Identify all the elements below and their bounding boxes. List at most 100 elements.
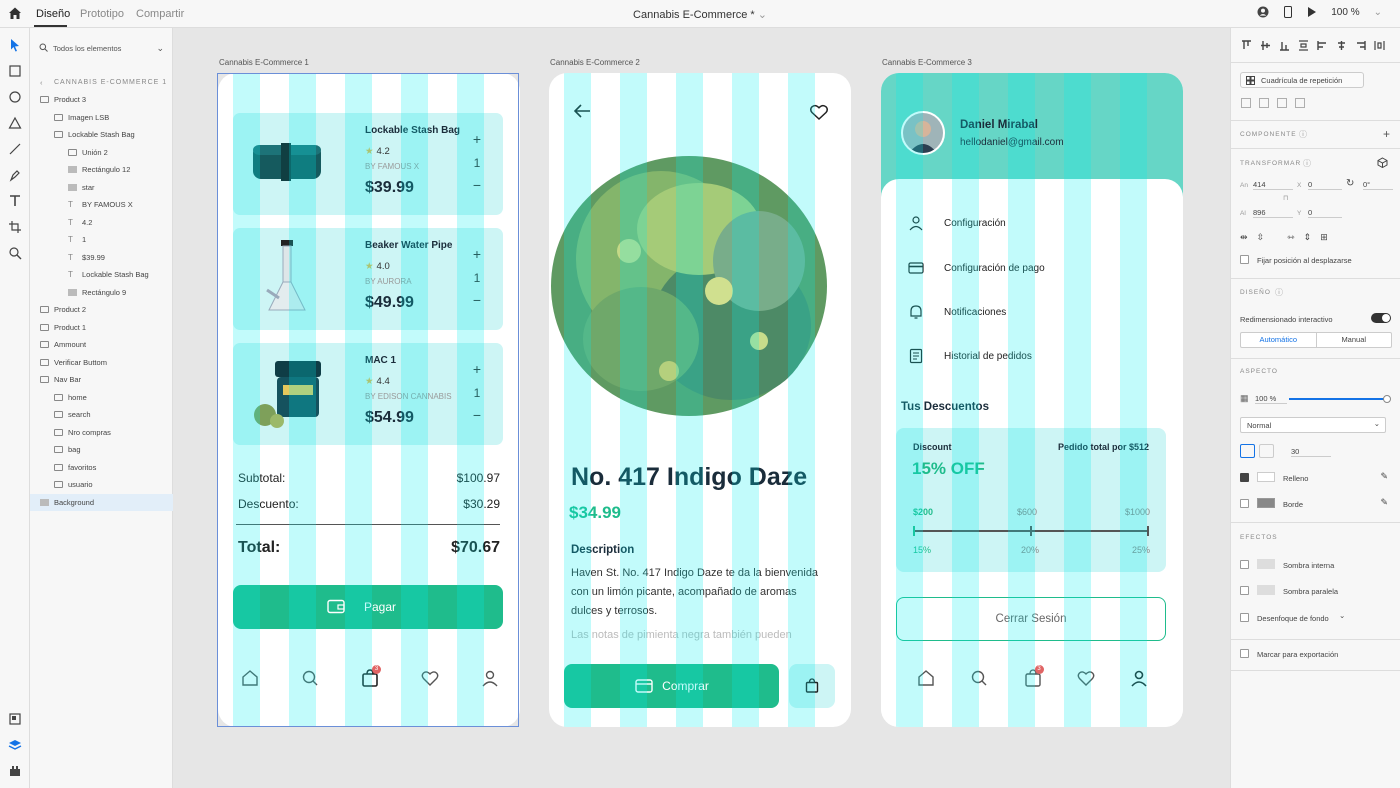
increase-button[interactable]: + <box>469 246 485 262</box>
opacity-slider[interactable] <box>1289 395 1391 403</box>
layer-row[interactable]: Nav Bar <box>30 371 173 388</box>
layers-search[interactable]: Todos los elementos ⌄ <box>36 40 168 56</box>
device-preview-icon[interactable] <box>1283 6 1293 18</box>
opacity-input[interactable]: 100 % <box>1255 394 1287 404</box>
back-arrow-icon[interactable] <box>573 103 591 119</box>
polygon-tool-icon[interactable] <box>8 116 22 130</box>
layer-row[interactable]: Rectángulo 12 <box>30 161 173 178</box>
drop-shadow-swatch[interactable] <box>1257 585 1275 595</box>
bg-blur-checkbox[interactable] <box>1240 613 1249 622</box>
layer-row[interactable]: usuario <box>30 476 173 493</box>
layer-row[interactable]: Verificar Buttom <box>30 354 173 371</box>
logout-button[interactable]: Cerrar Sesión <box>896 597 1166 641</box>
assets-icon[interactable] <box>8 712 22 726</box>
select-arrow-icon[interactable] <box>8 38 22 52</box>
intersect-icon[interactable] <box>1277 98 1287 108</box>
add-to-bag-button[interactable] <box>789 664 835 708</box>
lock-icon[interactable]: ⊓ <box>1283 194 1288 202</box>
layer-row[interactable]: Imagen LSB <box>30 109 173 126</box>
home-icon[interactable] <box>916 668 936 688</box>
fix-scroll-checkbox[interactable] <box>1240 255 1249 264</box>
heart-icon[interactable] <box>809 103 829 121</box>
subtract-icon[interactable] <box>1259 98 1269 108</box>
bag-nav-item[interactable]: 3 <box>360 665 381 688</box>
flip-horizontal-icon[interactable]: ⇹ <box>1240 232 1248 243</box>
layers-icon[interactable] <box>8 738 22 752</box>
eyedropper-icon[interactable]: ✎ <box>1380 497 1388 508</box>
text-tool-icon[interactable] <box>8 194 22 208</box>
line-tool-icon[interactable] <box>8 142 22 156</box>
search-icon[interactable] <box>300 668 320 688</box>
decrease-button[interactable]: − <box>469 177 485 193</box>
drop-shadow-checkbox[interactable] <box>1240 586 1249 595</box>
rotation-input[interactable]: 0° <box>1363 180 1393 190</box>
buy-button[interactable]: Comprar <box>564 664 779 708</box>
fit-icon[interactable]: ⊞ <box>1320 232 1328 243</box>
pen-tool-icon[interactable] <box>8 168 22 182</box>
border-swatch[interactable] <box>1257 498 1275 508</box>
layer-row[interactable]: Nro compras <box>30 424 173 441</box>
product-card[interactable]: Lockable Stash Bag ★ 4.2 BY FAMOUS X $39.… <box>233 113 503 215</box>
increase-button[interactable]: + <box>469 131 485 147</box>
layer-row[interactable]: T1 <box>30 231 173 248</box>
layer-row[interactable]: home <box>30 389 173 406</box>
3d-transform-icon[interactable] <box>1377 157 1388 168</box>
align-bottom-icon[interactable] <box>1279 40 1290 51</box>
back-chevron-icon[interactable]: ‹ <box>40 74 43 91</box>
artboard-profile[interactable]: Daniel Mirabal hellodaniel@gmail.com Con… <box>881 73 1183 727</box>
decrease-button[interactable]: − <box>469 407 485 423</box>
user-icon[interactable] <box>1129 668 1149 688</box>
artboard-label[interactable]: Cannabis E-Commerce 1 <box>219 58 309 67</box>
responsive-vertical-icon[interactable]: ⇕ <box>1304 232 1312 243</box>
layer-row[interactable]: bag <box>30 441 173 458</box>
artboard-tool-icon[interactable] <box>8 220 22 234</box>
chevron-down-icon[interactable]: ⌄ <box>1339 611 1345 620</box>
artboard-detail[interactable]: No. 417 Indigo Daze $34.99 Description H… <box>549 73 851 727</box>
fill-checkbox[interactable] <box>1240 473 1249 482</box>
pay-button[interactable]: Pagar <box>233 585 503 629</box>
flip-vertical-icon[interactable]: ⇳ <box>1257 232 1265 243</box>
info-icon[interactable]: ⓘ <box>1299 129 1307 140</box>
repeat-grid-button[interactable]: Cuadrícula de repetición <box>1240 72 1364 88</box>
opacity-slider-handle[interactable] <box>1383 395 1391 403</box>
distribute-vertical-icon[interactable] <box>1298 40 1309 51</box>
artboard-label[interactable]: Cannabis E-Commerce 2 <box>550 58 640 67</box>
inner-shadow-checkbox[interactable] <box>1240 560 1249 569</box>
fill-swatch[interactable] <box>1257 472 1275 482</box>
canvas[interactable]: Cannabis E-Commerce 1 Cannabis E-Commerc… <box>173 28 1229 788</box>
inner-shadow-swatch[interactable] <box>1257 559 1275 569</box>
layer-row[interactable]: star <box>30 179 173 196</box>
layers-breadcrumb[interactable]: ‹ CANNABIS E-COMMERCE 1 <box>30 74 173 91</box>
corner-individual-button[interactable] <box>1259 444 1274 458</box>
bag-nav-item[interactable]: 3 <box>1023 665 1044 688</box>
height-input[interactable]: 896 <box>1253 208 1293 218</box>
product-card[interactable]: Beaker Water Pipe ★ 4.0 BY AURORA $49.99 … <box>233 228 503 330</box>
play-icon[interactable] <box>1307 6 1317 18</box>
x-input[interactable]: 0 <box>1308 180 1342 190</box>
responsive-horizontal-icon[interactable]: ⇿ <box>1287 232 1295 243</box>
layer-row[interactable]: Product 3 <box>30 91 173 108</box>
add-component-icon[interactable]: + <box>1383 127 1390 141</box>
artboard-cart[interactable]: Lockable Stash Bag ★ 4.2 BY FAMOUS X $39.… <box>218 73 520 727</box>
distribute-horizontal-icon[interactable] <box>1374 40 1385 51</box>
layer-row[interactable]: favoritos <box>30 459 173 476</box>
search-icon[interactable] <box>969 668 989 688</box>
layer-row[interactable]: Unión 2 <box>30 144 173 161</box>
width-input[interactable]: 414 <box>1253 180 1293 190</box>
layer-row[interactable]: T 4.2 <box>30 214 173 231</box>
layer-row[interactable]: T Lockable Stash Bag <box>30 266 173 283</box>
layer-row[interactable]: Ammount <box>30 336 173 353</box>
rectangle-tool-icon[interactable] <box>8 64 22 78</box>
layer-row[interactable]: Rectángulo 9 <box>30 284 173 301</box>
resize-manual-option[interactable]: Manual <box>1317 333 1392 347</box>
zoom-tool-icon[interactable] <box>8 246 22 260</box>
export-checkbox[interactable] <box>1240 649 1249 658</box>
resize-toggle[interactable] <box>1371 313 1391 323</box>
resize-auto-option[interactable]: Automático <box>1241 333 1317 347</box>
heart-icon[interactable] <box>1076 668 1096 688</box>
layer-row[interactable]: search <box>30 406 173 423</box>
layer-row[interactable]: Lockable Stash Bag <box>30 126 173 143</box>
chevron-down-icon[interactable]: ⌄ <box>156 43 164 54</box>
user-icon[interactable] <box>480 668 500 688</box>
chevron-down-icon[interactable]: ⌄ <box>1374 7 1382 18</box>
